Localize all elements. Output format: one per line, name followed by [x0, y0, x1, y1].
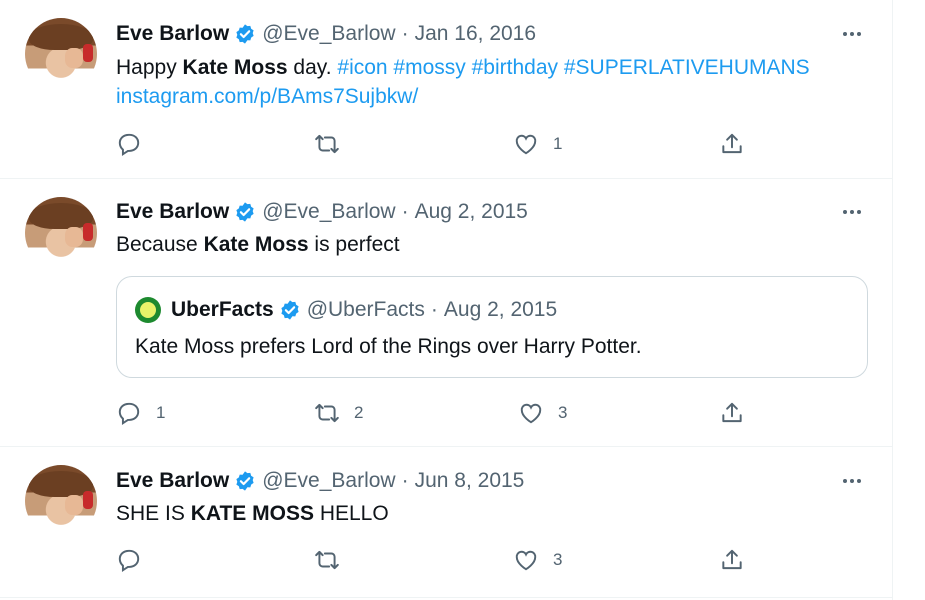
reply-icon [118, 549, 140, 572]
retweet-icon [315, 403, 339, 423]
like-button[interactable]: 3 [518, 399, 567, 427]
share-button[interactable] [719, 399, 745, 427]
text-segment: Happy [116, 56, 183, 79]
text-bold: Kate Moss [182, 56, 288, 79]
separator: · [401, 469, 409, 492]
text-bold: KATE MOSS [190, 502, 314, 525]
author-handle[interactable]: @Eve_Barlow [262, 200, 395, 224]
retweet-icon [315, 550, 339, 570]
tweet-actions: 1 2 3 [116, 399, 756, 427]
like-count: 3 [558, 403, 568, 422]
tweet-header: Eve Barlow @Eve_Barlow · Jan 16, 2016 [116, 20, 536, 48]
like-icon [515, 134, 537, 155]
avatar[interactable] [25, 18, 97, 90]
verified-badge-icon [236, 471, 254, 491]
share-button[interactable] [719, 546, 745, 574]
tweet-text: SHE IS KATE MOSS HELLO [116, 499, 866, 528]
retweet-button[interactable]: 2 [314, 399, 363, 427]
author-handle[interactable]: @Eve_Barlow [262, 22, 395, 46]
more-icon[interactable] [838, 24, 866, 44]
text-bold: Kate Moss [203, 233, 309, 256]
text-segment: is perfect [308, 233, 400, 256]
retweet-button[interactable] [314, 130, 354, 158]
quote-author-name[interactable]: UberFacts [171, 298, 274, 322]
author-name[interactable]: Eve Barlow [116, 469, 229, 493]
separator: · [401, 22, 409, 45]
tweet[interactable]: Eve Barlow @Eve_Barlow · Aug 2, 2015 Bec… [0, 179, 892, 447]
tweet-actions: 1 [116, 130, 756, 158]
text-segment: SHE IS [116, 502, 191, 525]
tweet-link[interactable]: instagram.com/p/BAms7Sujbkw/ [116, 85, 418, 108]
reply-button[interactable]: 1 [116, 399, 165, 427]
retweet-button[interactable] [314, 546, 354, 574]
like-count: 1 [553, 134, 563, 153]
quote-date[interactable]: Aug 2, 2015 [444, 298, 557, 322]
author-name[interactable]: Eve Barlow [116, 22, 229, 46]
tweet[interactable]: Eve Barlow @Eve_Barlow · Jan 16, 2016 Ha… [0, 0, 892, 179]
retweet-icon [315, 134, 339, 154]
reply-button[interactable] [116, 130, 156, 158]
retweet-count: 2 [354, 403, 364, 422]
share-button[interactable] [719, 130, 745, 158]
tweet-header: Eve Barlow @Eve_Barlow · Jun 8, 2015 [116, 467, 524, 495]
verified-badge-icon [236, 24, 254, 44]
share-icon [722, 402, 742, 423]
quote-text: Kate Moss prefers Lord of the Rings over… [135, 335, 642, 358]
more-icon[interactable] [838, 202, 866, 222]
tweet-header: Eve Barlow @Eve_Barlow · Aug 2, 2015 [116, 198, 528, 226]
tweet-text: Happy Kate Moss day. #icon #mossy #birth… [116, 53, 866, 111]
like-icon [520, 403, 542, 424]
like-button[interactable]: 3 [513, 546, 562, 574]
tweet-date[interactable]: Aug 2, 2015 [415, 200, 528, 224]
avatar[interactable] [25, 465, 97, 537]
author-name[interactable]: Eve Barlow [116, 200, 229, 224]
more-icon[interactable] [838, 471, 866, 491]
verified-badge-icon [236, 202, 254, 222]
tweet-date[interactable]: Jan 16, 2016 [415, 22, 536, 46]
like-count: 3 [553, 550, 563, 569]
tweet-text: Because Kate Moss is perfect [116, 230, 866, 259]
share-icon [722, 549, 742, 570]
tweet-feed: Eve Barlow @Eve_Barlow · Jan 16, 2016 Ha… [0, 0, 893, 600]
like-icon [515, 550, 537, 571]
text-segment: HELLO [314, 502, 389, 525]
verified-badge-icon [281, 300, 299, 320]
reply-icon [118, 133, 140, 156]
quote-author-handle[interactable]: @UberFacts [307, 298, 425, 322]
quoted-tweet[interactable]: UberFacts @UberFacts · Aug 2, 2015 Kate … [116, 276, 868, 378]
author-handle[interactable]: @Eve_Barlow [262, 469, 395, 493]
tweet-actions: 3 [116, 546, 756, 574]
quote-header: UberFacts @UberFacts · Aug 2, 2015 [135, 295, 557, 325]
tweet-date[interactable]: Jun 8, 2015 [415, 469, 525, 493]
share-icon [722, 133, 742, 154]
reply-button[interactable] [116, 546, 156, 574]
reply-icon [118, 402, 140, 425]
tweet[interactable]: Eve Barlow @Eve_Barlow · Jun 8, 2015 SHE… [0, 447, 892, 598]
separator: · [430, 298, 438, 321]
separator: · [401, 200, 409, 223]
like-button[interactable]: 1 [513, 130, 562, 158]
reply-count: 1 [156, 403, 166, 422]
hashtag-links[interactable]: #icon #mossy #birthday #SUPERLATIVEHUMAN… [337, 56, 809, 79]
text-segment: Because [116, 233, 204, 256]
text-segment: day. [287, 56, 338, 79]
uberfacts-avatar[interactable] [135, 297, 161, 323]
avatar[interactable] [25, 197, 97, 269]
